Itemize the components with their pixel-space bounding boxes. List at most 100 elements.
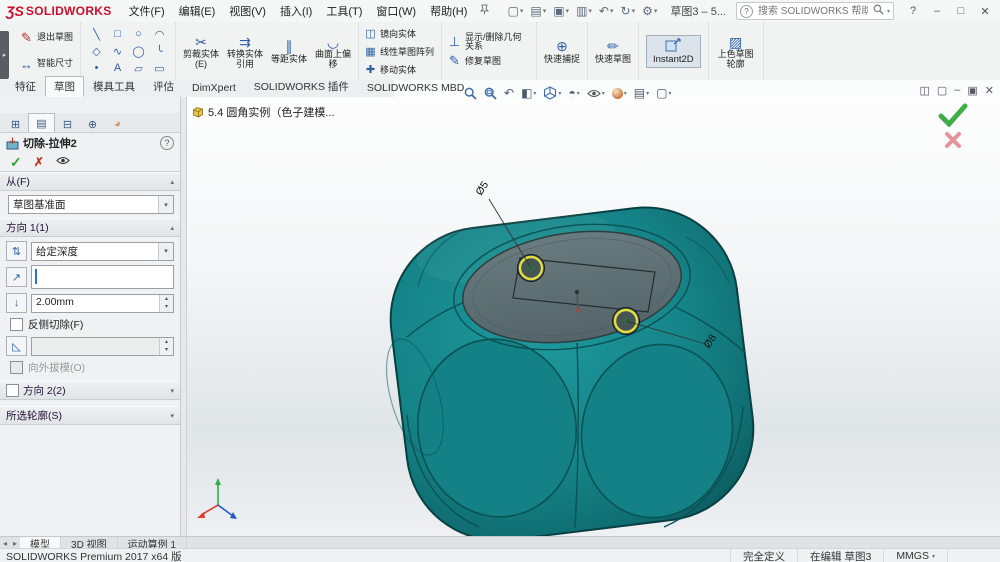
plane-icon[interactable]: ▱ [128,60,149,77]
circle-icon[interactable]: ○ [128,26,149,43]
display-style-icon[interactable]: ◓ ▾ [566,85,581,101]
spin-down-icon[interactable]: ▾ [160,346,173,355]
display-relations-button[interactable]: ⊥ 显示/删除几何关系 [447,32,531,52]
instant2d-toggle[interactable]: Instant2D [646,34,701,68]
previous-view-icon[interactable]: ↶ [502,85,516,101]
model-view[interactable]: Ø5 Ø8 [186,97,1000,542]
display-manager-tab[interactable]: ◕ [105,116,130,132]
confirm-ok-icon[interactable] [938,103,968,130]
menu-edit[interactable]: 编辑(E) [172,0,223,22]
flip-side-checkbox[interactable] [10,318,23,331]
rapid-sketch-button[interactable]: ✏ 快速草图 [593,37,633,64]
print-icon[interactable]: ▥ ▾ [573,3,595,19]
minimize-doc-icon[interactable]: – [954,84,960,97]
chevron-down-icon[interactable]: ▾ [158,196,173,213]
app-help-button[interactable]: ? [902,3,924,19]
tab-dimxpert[interactable]: DimXpert [183,79,245,97]
direction2-checkbox[interactable] [6,384,19,397]
graphics-viewport[interactable]: Ø5 Ø8 [186,97,1000,542]
draft-input[interactable]: ▴ ▾ [31,336,174,356]
taskpane-flyout-arrow[interactable]: ▸ [0,31,9,79]
tab-features[interactable]: 特征 [6,76,45,97]
search-input[interactable] [756,4,870,18]
spin-up-icon[interactable]: ▴ [160,294,173,303]
menu-pin-icon[interactable] [480,4,490,18]
view-settings-icon[interactable]: ▢ ▾ [654,85,673,101]
tab-evaluate[interactable]: 评估 [144,76,183,97]
dimxpert-tab[interactable]: ⊕ [80,116,105,132]
restore-button[interactable]: □ [950,3,972,19]
tab-sketch[interactable]: 草图 [45,76,84,97]
search-caret-icon[interactable]: ▾ [887,8,890,15]
menu-file[interactable]: 文件(F) [122,0,172,22]
float-pane-icon[interactable]: ▢ [937,84,947,97]
edit-appearance-icon[interactable]: ▾ [610,87,629,100]
repair-sketch-button[interactable]: ✎ 修复草图 [447,53,531,69]
point-icon[interactable]: • [86,60,107,77]
slot-icon[interactable]: ▭ [149,60,170,77]
save-icon[interactable]: ▣ ▾ [550,3,572,19]
pm-ok-button[interactable]: ✓ [10,154,22,171]
spline-icon[interactable]: ∿ [107,43,128,60]
section-from[interactable]: 从(F) ▴ [0,172,180,191]
undo-icon[interactable]: ↶ ▾ [596,3,617,19]
split-pane-icon[interactable]: ◫ [919,84,929,97]
menu-help[interactable]: 帮助(H) [423,0,474,22]
tab-solidworks-mbd[interactable]: SOLIDWORKS MBD [358,79,473,97]
exit-sketch-button[interactable]: ✎ 退出草图 [19,26,75,50]
restore-doc-icon[interactable]: ▣ [967,84,977,97]
shaded-contours-button[interactable]: ▨ 上色草图轮廓 [714,33,758,70]
tab-solidworks-addins[interactable]: SOLIDWORKS 插件 [245,76,358,97]
menu-tools[interactable]: 工具(T) [319,0,369,22]
panel-splitter[interactable] [180,97,187,536]
tab-mold-tools[interactable]: 模具工具 [84,76,144,97]
section-selected-contours[interactable]: 所选轮廓(S) ▾ [0,406,180,425]
options-icon[interactable]: ⚙ ▾ [639,3,660,19]
pm-cancel-button[interactable]: ✗ [34,155,44,169]
fillet-icon[interactable]: ╰ [149,43,170,60]
trim-entities-button[interactable]: ✂ 剪裁实体(E) [181,33,221,70]
polygon-icon[interactable]: ◇ [86,43,107,60]
convert-entities-button[interactable]: ⇉ 转换实体引用 [225,33,265,70]
section-view-icon[interactable]: ◧ ▾ [519,85,538,101]
new-document-icon[interactable]: ▢ ▾ [504,3,526,19]
from-plane-select[interactable]: 草图基准面 ▾ [8,195,174,214]
menu-view[interactable]: 视图(V) [222,0,273,22]
zoom-area-icon[interactable] [482,86,499,101]
confirm-cancel-icon[interactable] [944,131,962,152]
configuration-tab[interactable]: ⊟ [55,116,80,132]
close-doc-icon[interactable]: ✕ [985,84,994,97]
corner-rectangle-icon[interactable]: □ [107,26,128,43]
search-magnifier-icon[interactable] [873,4,884,18]
rebuild-icon[interactable]: ↻ ▾ [618,3,639,19]
units-select[interactable]: MMGS ▾ [883,549,947,562]
quick-snaps-button[interactable]: ⊕ 快速捕捉 [542,37,582,64]
linear-pattern-button[interactable]: ▦ 线性草图阵列 [364,43,436,59]
line-icon[interactable]: ╲ [86,26,107,43]
mirror-entities-button[interactable]: ◫ 镜向实体 [364,25,436,41]
offset-on-surface-button[interactable]: ◡ 曲面上偏移 [313,33,353,70]
end-condition-select[interactable]: 给定深度 ▾ [31,241,174,261]
minimize-button[interactable]: – [926,3,948,19]
feature-tree-tab[interactable]: ⊞ [3,116,28,132]
open-document-icon[interactable]: ▤ ▾ [527,3,549,19]
offset-entities-button[interactable]: ∥ 等距实体 [269,37,309,64]
move-entities-button[interactable]: ✚ 移动实体 [364,61,436,77]
menu-window[interactable]: 窗口(W) [369,0,423,22]
spin-down-icon[interactable]: ▾ [160,303,173,312]
spin-up-icon[interactable]: ▴ [160,337,173,346]
zoom-fit-icon[interactable] [462,86,479,101]
dice-body[interactable] [375,197,763,542]
flyout-title[interactable]: 5.4 圆角实例（色子建模... [208,104,335,120]
smart-dimension-button[interactable]: ↔ 智能尺寸 [19,52,75,76]
hide-show-items-icon[interactable]: ▾ [585,88,607,99]
direction-reference-box[interactable] [31,265,174,289]
draft-outward-checkbox[interactable] [10,361,23,374]
pm-help-icon[interactable]: ? [160,136,174,150]
section-direction2[interactable]: 方向 2(2) ▾ [0,381,180,400]
ellipse-icon[interactable]: ◯ [128,43,149,60]
menu-insert[interactable]: 插入(I) [273,0,319,22]
view-orientation-icon[interactable]: ▾ [541,85,563,101]
depth-input[interactable]: 2.00mm ▴ ▾ [31,293,174,313]
text-icon[interactable]: A [107,60,128,77]
